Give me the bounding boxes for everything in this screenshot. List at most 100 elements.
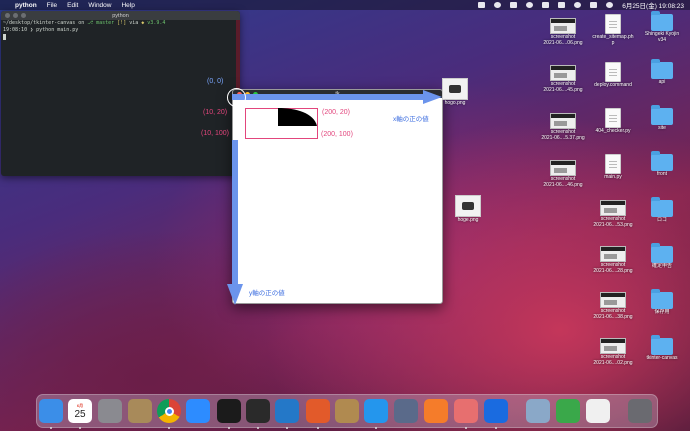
terminal-window[interactable]: python ~/desktop/tkinter-canvas on ⎇ mas…: [1, 11, 240, 176]
origin-label: (0, 0): [207, 78, 224, 85]
control-center-icon[interactable]: [590, 2, 598, 8]
desktop-icon[interactable]: screenshot 2021-06....53.png: [590, 200, 636, 228]
desktop-icon[interactable]: 404_checker.py: [590, 108, 636, 134]
finder-icon[interactable]: [39, 399, 63, 423]
dock-running-indicator: [168, 427, 170, 429]
desktop-icon-hogo[interactable]: hogo.png: [432, 78, 478, 106]
desktop-icon[interactable]: screenshot 2021-06....5.37.png: [540, 113, 586, 141]
status-battery-icon[interactable]: [558, 2, 566, 8]
status-cloud-icon[interactable]: [526, 2, 534, 8]
numbers-icon[interactable]: [556, 399, 580, 423]
desktop-icon[interactable]: main.py: [590, 154, 636, 180]
document-icon[interactable]: [586, 399, 610, 423]
zoom-icon[interactable]: [186, 399, 210, 423]
wifi-icon[interactable]: [574, 2, 582, 8]
screenshot-file-icon: [600, 338, 626, 354]
desktop-icon-label: 保存用: [654, 309, 670, 315]
desktop-icon[interactable]: site: [639, 105, 685, 131]
desktop-icon-label: 確定申告: [651, 263, 672, 269]
notes-sticky-icon[interactable]: [454, 399, 478, 423]
desktop-icon[interactable]: create_sitemap.ph p: [590, 14, 636, 46]
chrome-center: [164, 406, 174, 416]
screenshot-file-icon: [550, 65, 576, 81]
image-file-icon: [442, 78, 468, 100]
point-label-200-100: (200, 100): [321, 131, 353, 138]
menu-bar: python File Edit Window Help 6月25日(金) 19…: [0, 0, 690, 10]
canvas-arc-shape: [278, 108, 317, 126]
prompt-via: via: [129, 20, 139, 26]
archive-utility-icon[interactable]: [128, 399, 152, 423]
desktop-icon[interactable]: front: [639, 151, 685, 177]
terminal-icon[interactable]: [217, 399, 241, 423]
sourcetree-icon[interactable]: [424, 399, 448, 423]
status-cursor-icon[interactable]: [542, 2, 550, 8]
trash-icon[interactable]: [628, 399, 652, 423]
menu-help[interactable]: Help: [121, 2, 134, 9]
archive-icon[interactable]: [335, 399, 359, 423]
docker-icon[interactable]: [364, 399, 388, 423]
screenshot-file-icon: [600, 292, 626, 308]
status-p-icon[interactable]: [510, 2, 518, 8]
terminal-command-line: 19:08:10 ❯ python main.py: [1, 27, 240, 34]
desktop-icon-label-line2: 2021-06....45.png: [543, 87, 583, 93]
x-axis-label: x軸の正の値: [393, 116, 429, 123]
calendar-icon[interactable]: 6月 25: [68, 399, 92, 423]
menu-file[interactable]: File: [47, 2, 57, 9]
desktop-icon[interactable]: screenshot 2021-06....28.png: [590, 246, 636, 274]
infinity-icon[interactable]: [484, 399, 508, 423]
chrome-icon[interactable]: [157, 399, 181, 423]
point-label-10-20: (10, 20): [203, 109, 228, 116]
menu-app-name[interactable]: python: [15, 2, 37, 9]
terminal-title-bar[interactable]: python: [1, 11, 240, 20]
menu-edit[interactable]: Edit: [67, 2, 78, 9]
menu-clock[interactable]: 6月25日(金) 19:08:23: [622, 0, 684, 10]
dock-running-indicator: [286, 427, 288, 429]
desktop-icon[interactable]: tkinter-canvas: [639, 335, 685, 361]
desktop-icon-label: api: [658, 79, 666, 85]
image-file-icon: [455, 195, 481, 217]
activity-icon[interactable]: [306, 399, 330, 423]
dock-running-indicator: [257, 427, 259, 429]
folder-icon: [651, 105, 673, 125]
screenshot-file-icon: [550, 160, 576, 176]
screenshot-file-icon: [600, 246, 626, 262]
desktop-icon-label-line2: 2021-06....53.png: [593, 222, 633, 228]
desktop-icon-label-line2: v34: [657, 37, 667, 43]
desktop-icon[interactable]: 確定申告: [639, 243, 685, 269]
screenshot-file-icon: [600, 200, 626, 216]
prompt-path: ~/desktop/tkinter-canvas: [3, 20, 76, 26]
system-preferences-icon[interactable]: [98, 399, 122, 423]
preview-icon[interactable]: [526, 399, 550, 423]
x-axis-arrow: [232, 90, 442, 104]
desktop-icon[interactable]: api: [639, 59, 685, 85]
status-app-icon[interactable]: [478, 2, 486, 8]
quicktime-icon[interactable]: [394, 399, 418, 423]
desktop-icon[interactable]: ロゴ: [639, 197, 685, 223]
status-circle-icon[interactable]: [494, 2, 502, 8]
desktop-icon[interactable]: screenshot 2021-06....38.png: [590, 292, 636, 320]
desktop-icon[interactable]: screenshot 2021-06....02.png: [590, 338, 636, 366]
iterm-icon[interactable]: [246, 399, 270, 423]
folder-icon: [651, 59, 673, 79]
desktop-icon-label-line2: 2021-06....38.png: [593, 314, 633, 320]
dock-running-indicator: [375, 427, 377, 429]
desktop-icon-label-line2: p: [611, 40, 615, 46]
desktop-icon-label: main.py: [604, 174, 622, 180]
desktop-icon-label: 404_checker.py: [595, 128, 631, 134]
point-label-10-100: (10, 100): [201, 130, 230, 137]
desktop-icon-hoge[interactable]: hoge.png: [445, 195, 491, 223]
desktop-icon-label-line2: 2021-06....06.png: [543, 40, 583, 46]
vscode-icon[interactable]: [275, 399, 299, 423]
folder-icon: [651, 335, 673, 355]
desktop-icon[interactable]: Shingeki Kyojin v34: [639, 11, 685, 43]
desktop-icon[interactable]: deploy.command: [590, 62, 636, 88]
desktop-icon[interactable]: 保存用: [639, 289, 685, 315]
desktop-icon[interactable]: screenshot 2021-06....45.png: [540, 65, 586, 93]
desktop-icon[interactable]: screenshot 2021-06....46.png: [540, 160, 586, 188]
menu-window[interactable]: Window: [88, 2, 111, 9]
desktop-icon[interactable]: screenshot 2021-06....06.png: [540, 18, 586, 46]
siri-icon[interactable]: [606, 2, 614, 8]
python-icon: ◆: [141, 20, 145, 26]
folder-icon: [651, 289, 673, 309]
terminal-command: python main.py: [36, 27, 79, 33]
